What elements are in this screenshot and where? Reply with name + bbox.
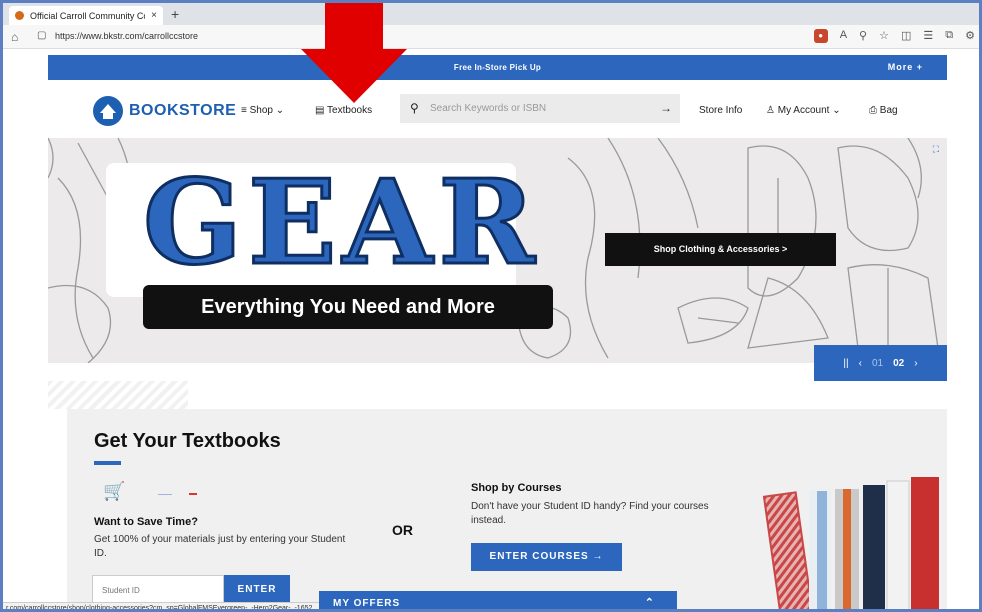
shopping-cart-icon: 🛒 <box>103 481 126 501</box>
tab-title: Official Carroll Community Colle <box>30 10 146 21</box>
shop-by-courses-heading: Shop by Courses <box>471 482 562 494</box>
nav-my-account[interactable]: ♙ My Account ⌄ <box>766 105 841 116</box>
search-input[interactable]: Search Keywords or ISBN <box>430 103 546 114</box>
url-field[interactable]: https://www.bkstr.com/carrollccstore <box>55 31 198 41</box>
save-time-heading: Want to Save Time? <box>94 516 198 528</box>
promo-text: Free In-Store Pick Up <box>453 63 542 72</box>
nav-bag[interactable]: ⎙ Bag <box>869 105 898 116</box>
nav-textbooks[interactable]: ▤ Textbooks <box>315 105 372 116</box>
student-id-field[interactable] <box>92 575 224 605</box>
address-bar: ⌂ ▢ https://www.bkstr.com/carrollccstore… <box>3 25 979 49</box>
decorative-line <box>189 493 197 495</box>
carousel-controls: || ‹ 01 02 › <box>814 345 947 381</box>
nav-store-info[interactable]: Store Info <box>699 105 742 116</box>
home-icon[interactable]: ⌂ <box>11 30 18 44</box>
or-separator: OR <box>392 522 413 538</box>
slide-number-01[interactable]: 01 <box>872 358 883 369</box>
status-bar-url: r.com/carrollccstore/shop/clothing-acces… <box>3 602 319 609</box>
shop-by-courses-text: Don't have your Student ID handy? Find y… <box>471 501 709 526</box>
user-icon: ♙ <box>766 105 778 116</box>
search-bar[interactable]: ⚲ Search Keywords or ISBN → <box>400 94 680 123</box>
books-image <box>763 477 939 609</box>
nav-shop[interactable]: ≡ Shop ⌄ <box>241 105 284 116</box>
chevron-up-icon[interactable]: ⌃ <box>645 596 655 609</box>
tab-bar: Official Carroll Community Colle × + <box>3 3 979 25</box>
collections-icon[interactable]: ⧉ <box>945 29 953 43</box>
logo-icon <box>93 96 123 126</box>
close-tab-icon[interactable]: × <box>151 10 157 21</box>
menu-icon: ≡ <box>241 105 250 116</box>
expand-icon[interactable]: ⛶ <box>933 144 939 155</box>
browser-toolbar: ● A ⚲ ☆ ◫ ☰ ⧉ ⚙ <box>813 29 975 43</box>
page-icon[interactable]: ▢ <box>37 30 46 41</box>
enter-button[interactable]: ENTER <box>224 575 290 605</box>
decorative-hatch <box>48 381 188 409</box>
textbooks-title: Get Your Textbooks <box>94 430 281 452</box>
favorite-star-icon[interactable]: ☆ <box>879 29 889 43</box>
favicon-icon <box>15 11 24 20</box>
promo-more-button[interactable]: More + <box>888 62 923 72</box>
hero-headline: GEAR <box>142 155 541 291</box>
nav-bag-label: Bag <box>879 105 898 116</box>
logo-text: BOOKSTORE <box>129 102 237 119</box>
bag-icon: ⎙ <box>869 105 880 116</box>
nav-shop-label: Shop <box>249 105 273 116</box>
nav-textbooks-label: Textbooks <box>327 105 373 116</box>
chevron-down-icon: ⌄ <box>829 105 841 116</box>
prev-slide-icon[interactable]: ‹ <box>859 358 862 369</box>
promo-banner: Free In-Store Pick Up More + <box>48 55 947 80</box>
next-slide-icon[interactable]: › <box>914 358 917 369</box>
split-screen-icon[interactable]: ◫ <box>901 29 911 43</box>
decorative-line <box>158 494 172 495</box>
search-icon: ⚲ <box>410 101 419 115</box>
red-arrow-annotation <box>301 3 407 103</box>
my-offers-label: MY OFFERS <box>333 598 401 609</box>
pause-icon[interactable]: || <box>843 358 848 369</box>
slide-number-02[interactable]: 02 <box>893 358 904 369</box>
new-tab-button[interactable]: + <box>171 6 179 22</box>
hero-banner[interactable]: GEAR Everything You Need and More Shop C… <box>48 138 947 363</box>
hero-tagline: Everything You Need and More <box>143 285 553 329</box>
book-icon: ▤ <box>315 105 328 116</box>
shop-clothing-button[interactable]: Shop Clothing & Accessories > <box>605 233 836 266</box>
nav-my-account-label: My Account <box>777 105 830 116</box>
browser-window: Official Carroll Community Colle × + ⌂ ▢… <box>0 0 982 612</box>
favorites-icon[interactable]: ☰ <box>923 29 933 43</box>
my-offers-bar[interactable]: MY OFFERS ⌃ <box>319 591 677 609</box>
chevron-down-icon: ⌄ <box>272 105 285 116</box>
enter-courses-button[interactable]: ENTER COURSES → <box>471 543 622 571</box>
title-underline <box>94 461 121 465</box>
student-id-input[interactable] <box>93 576 223 604</box>
save-time-text: Get 100% of your materials just by enter… <box>94 534 346 559</box>
read-aloud-icon[interactable]: A <box>840 29 847 43</box>
zoom-icon[interactable]: ⚲ <box>859 29 867 43</box>
browser-tab[interactable]: Official Carroll Community Colle × <box>9 6 163 25</box>
more-extensions-icon[interactable]: ⚙ <box>965 29 975 43</box>
bookstore-logo[interactable]: BOOKSTORE <box>93 96 236 126</box>
search-submit-icon[interactable]: → <box>660 101 672 115</box>
extension-icon[interactable]: ● <box>813 29 828 43</box>
